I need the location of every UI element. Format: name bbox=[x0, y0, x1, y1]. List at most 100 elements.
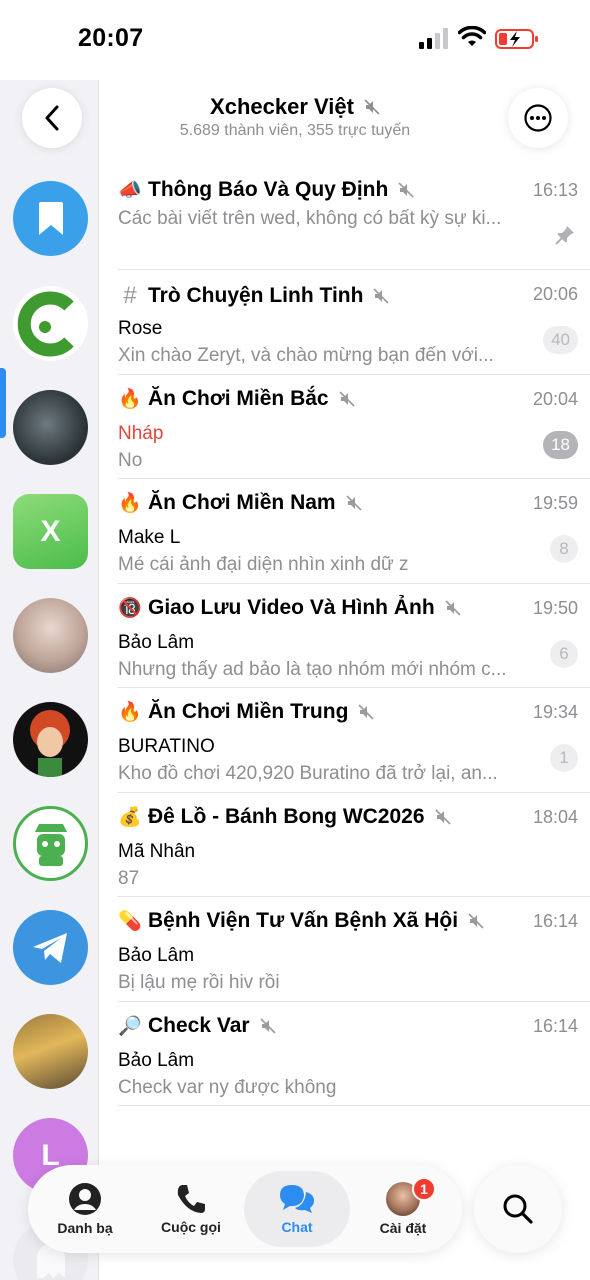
megaphone-icon: 📣 bbox=[118, 180, 142, 201]
no-under-18-icon: 🔞 bbox=[118, 597, 142, 619]
topic-time: 19:59 bbox=[532, 493, 578, 513]
muted-icon bbox=[398, 182, 414, 198]
topic-preview: Nhưng thấy ad bảo là tạo nhóm mới nhóm c… bbox=[118, 658, 507, 680]
topic-time: 20:04 bbox=[532, 388, 578, 409]
topic-preview: 87 bbox=[118, 867, 140, 889]
group-title[interactable]: Xchecker Việt bbox=[140, 94, 450, 120]
tab-contacts[interactable]: Danh bạ bbox=[32, 1171, 138, 1247]
group-name: Xchecker Việt bbox=[210, 94, 354, 119]
more-options-button[interactable] bbox=[508, 88, 568, 148]
topic-row[interactable]: 🔥 Ăn Chơi Miền Trung 19:34 BURATINO Kho … bbox=[118, 688, 590, 793]
chat-bubbles-icon bbox=[280, 1185, 314, 1213]
topic-title: Check Var bbox=[148, 1013, 250, 1037]
telegram-plane-icon bbox=[32, 932, 67, 963]
ellipsis-circle-icon bbox=[524, 104, 552, 132]
pill-icon: 💊 bbox=[118, 911, 142, 932]
topic-sender: Mã Nhân bbox=[118, 840, 196, 862]
group-avatar-photo[interactable] bbox=[13, 598, 88, 673]
active-folder-indicator bbox=[0, 368, 6, 438]
wifi-icon bbox=[458, 26, 486, 46]
topic-preview: Check var ny được không bbox=[118, 1076, 337, 1098]
topic-title: Bệnh Viện Tư Vấn Bệnh Xã Hội bbox=[148, 909, 459, 932]
topic-title: Ăn Chơi Miền Trung bbox=[148, 700, 349, 723]
unread-count: 18 bbox=[543, 430, 578, 459]
muted-icon bbox=[468, 913, 484, 929]
telegram-avatar[interactable] bbox=[13, 910, 88, 985]
topic-row[interactable]: 🔥 Ăn Chơi Miền Nam 19:59 Make L Mé cái ả… bbox=[118, 479, 590, 584]
topic-preview: No bbox=[118, 449, 143, 471]
muted-icon bbox=[364, 99, 380, 115]
topic-preview: Xin chào Zeryt, và chào mừng bạn đến với… bbox=[118, 345, 494, 366]
topic-sender: BURATINO bbox=[118, 736, 215, 757]
topic-title: Giao Lưu Video Và Hình Ảnh bbox=[148, 595, 435, 619]
muted-icon bbox=[373, 288, 390, 304]
bottom-tab-bar: Danh bạ Cuộc gọi Chat Cài đặt 1 bbox=[28, 1165, 462, 1253]
search-button[interactable] bbox=[474, 1165, 562, 1253]
chevron-left-icon bbox=[45, 105, 59, 131]
topic-row[interactable]: # Trò Chuyện Linh Tinh 20:06 Rose Xin ch… bbox=[118, 270, 590, 375]
hash-icon: # bbox=[123, 282, 137, 309]
topic-row[interactable]: 💊 Bệnh Viện Tư Vấn Bệnh Xã Hội 16:14 Bảo… bbox=[118, 897, 590, 1002]
chat-header: Xchecker Việt 5.689 thành viên, 355 trực… bbox=[0, 80, 590, 170]
muted-icon bbox=[346, 495, 362, 511]
group-avatar-bot[interactable] bbox=[13, 806, 88, 881]
topic-time: 19:50 bbox=[532, 597, 578, 618]
topic-title: Ăn Chơi Miền Bắc bbox=[148, 386, 329, 410]
unread-count: 40 bbox=[543, 326, 578, 354]
avatar-illustration bbox=[30, 710, 70, 777]
fire-icon: 🔥 bbox=[118, 493, 142, 514]
topic-row[interactable]: 💰 Đê Lồ - Bánh Bong WC2026 18:04 Mã Nhân… bbox=[118, 793, 590, 897]
topic-preview: Kho đồ chơi 420,920 Buratino đã trở lại,… bbox=[118, 763, 498, 784]
x-letter-icon: X bbox=[40, 514, 61, 548]
tab-calls[interactable]: Cuộc gọi bbox=[138, 1171, 244, 1247]
topic-preview: Các bài viết trên wed, không có bất kỳ s… bbox=[118, 208, 502, 229]
topic-row[interactable]: 🔞 Giao Lưu Video Và Hình Ảnh 19:50 Bảo L… bbox=[118, 584, 590, 688]
status-time: 20:07 bbox=[78, 24, 144, 52]
topic-title: Đê Lồ - Bánh Bong WC2026 bbox=[148, 804, 425, 828]
fire-icon: 🔥 bbox=[118, 388, 142, 410]
unread-count: 6 bbox=[550, 639, 578, 668]
unread-count: 1 bbox=[550, 744, 578, 772]
topic-time: 19:34 bbox=[532, 702, 578, 722]
pin-icon bbox=[555, 226, 574, 245]
unread-count: 8 bbox=[550, 535, 578, 563]
status-bar: 20:07 bbox=[0, 0, 590, 80]
saved-messages-avatar[interactable] bbox=[13, 181, 88, 256]
topic-title: Thông Báo Và Quy Định bbox=[148, 178, 389, 201]
magnifier-icon: 🔎 bbox=[118, 1015, 142, 1037]
group-avatar-illustration[interactable] bbox=[13, 702, 88, 777]
c-logo-icon bbox=[17, 291, 74, 357]
topic-row[interactable]: 📣 Thông Báo Và Quy Định 16:13 Các bài vi… bbox=[118, 166, 590, 270]
tab-label: Danh bạ bbox=[57, 1220, 113, 1236]
folder-sidebar: 5 731 X 8 1 L bbox=[0, 80, 99, 1280]
topic-time: 20:06 bbox=[532, 284, 578, 304]
group-avatar-c[interactable] bbox=[13, 286, 88, 361]
tab-chat[interactable]: Chat bbox=[244, 1171, 350, 1247]
tab-settings[interactable]: Cài đặt 1 bbox=[350, 1171, 456, 1247]
bookmark-icon bbox=[38, 201, 63, 235]
topic-title: Ăn Chơi Miền Nam bbox=[148, 491, 336, 514]
topic-row[interactable]: 🔎 Check Var 16:14 Bảo Lâm Check var ny đ… bbox=[118, 1002, 590, 1106]
group-avatar-photo[interactable] bbox=[13, 1014, 88, 1089]
bot-face-icon bbox=[34, 823, 67, 866]
topic-sender: Bảo Lâm bbox=[118, 1049, 195, 1071]
notification-badge: 1 bbox=[412, 1177, 436, 1201]
topic-preview: Mé cái ảnh đại diện nhìn xinh dữ z bbox=[118, 554, 409, 575]
tab-label: Cuộc gọi bbox=[161, 1219, 221, 1235]
tab-label: Cài đặt bbox=[379, 1220, 427, 1236]
topic-list: 📣 Thông Báo Và Quy Định 16:13 Các bài vi… bbox=[100, 166, 590, 1106]
topic-sender: Bảo Lâm bbox=[118, 631, 195, 653]
member-count: 5.689 thành viên, 355 trực tuyến bbox=[179, 122, 411, 139]
topic-sender: Make L bbox=[118, 527, 181, 548]
topic-preview: Bị lậu mẹ rồi hiv rồi bbox=[118, 972, 280, 993]
topic-row[interactable]: 🔥 Ăn Chơi Miền Bắc 20:04 Nháp No 18 bbox=[118, 375, 590, 479]
group-avatar-photo[interactable] bbox=[13, 390, 88, 465]
muted-icon bbox=[260, 1017, 276, 1034]
topic-time: 16:13 bbox=[532, 180, 578, 200]
battery-icon bbox=[495, 29, 538, 49]
topic-sender: Rose bbox=[118, 318, 163, 339]
search-icon bbox=[503, 1194, 533, 1224]
topic-time: 18:04 bbox=[532, 806, 578, 827]
group-avatar-x[interactable]: X bbox=[13, 494, 88, 569]
back-button[interactable] bbox=[22, 88, 82, 148]
